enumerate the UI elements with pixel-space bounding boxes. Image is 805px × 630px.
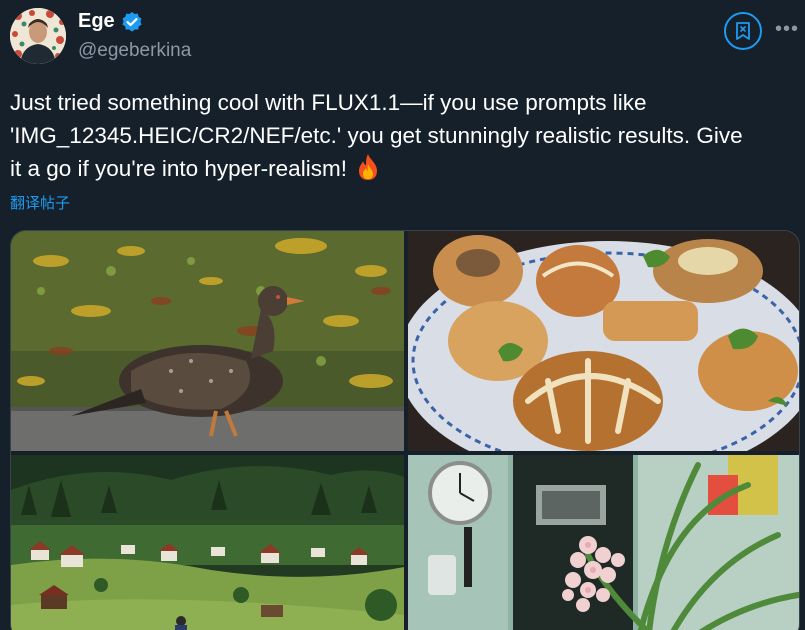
author-handle[interactable]: @egeberkina [78,40,191,62]
grok-button[interactable] [724,12,762,50]
author-display-name[interactable]: Ege [78,10,115,33]
tweet-card: Ege @egeberkina ••• Just tried something… [0,0,805,630]
media-grid [10,230,800,630]
verified-badge-icon [121,11,143,33]
photo-alpine-village[interactable] [11,455,404,630]
translate-post-link[interactable]: 翻译帖子 [10,192,70,213]
fire-emoji-icon [355,153,381,181]
tweet-text-line-last: it a go if you're into hyper-realism! [10,152,800,185]
photo-pastries-plate[interactable] [408,231,799,451]
tweet-text: Just tried something cool with FLUX1.1—i… [10,86,800,185]
tweet-text-line: it a go if you're into hyper-realism! [10,156,347,181]
photo-flowers-room[interactable] [408,455,799,630]
more-options-button[interactable]: ••• [774,16,800,42]
photo-bird-on-road[interactable] [11,231,404,451]
tweet-text-line: 'IMG_12345.HEIC/CR2/NEF/etc.' you get st… [10,123,743,148]
avatar[interactable] [10,8,66,64]
tweet-text-line: Just tried something cool with FLUX1.1—i… [10,90,647,115]
grok-icon [736,22,750,40]
